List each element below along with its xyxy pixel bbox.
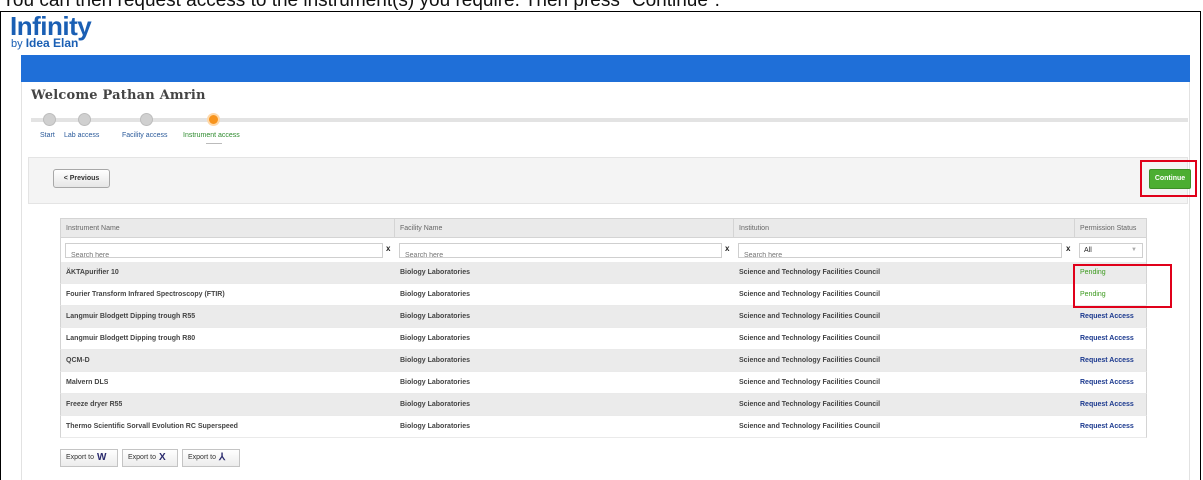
cell-instrument: Freeze dryer R55 [66, 401, 123, 408]
table-row: ÄKTApurifier 10 Biology Laboratories Sci… [60, 262, 1147, 284]
previous-button[interactable]: < Previous [53, 169, 110, 188]
step-label-facility-access[interactable]: Facility access [122, 132, 168, 139]
status-filter-select[interactable]: All ▼ [1079, 243, 1143, 258]
export-word-label: Export to [66, 454, 95, 461]
cell-facility: Biology Laboratories [400, 291, 471, 298]
pending-highlight-box [1073, 264, 1172, 308]
cell-facility: Biology Laboratories [400, 269, 471, 276]
column-header-facility[interactable]: Facility Name [395, 219, 734, 239]
step-dot-instrument-access[interactable] [207, 113, 220, 126]
step-label-lab-access[interactable]: Lab access [64, 132, 99, 139]
cell-instrument: Langmuir Blodgett Dipping trough R55 [66, 313, 196, 320]
pdf-icon: ⅄ [219, 452, 226, 463]
request-access-link[interactable]: Request Access [1075, 350, 1134, 372]
logo-sub-brand: Idea Elan [25, 36, 79, 50]
table-row: Langmuir Blodgett Dipping trough R80 Bio… [60, 328, 1147, 350]
column-header-permission-status[interactable]: Permission Status [1075, 219, 1148, 239]
wizard-progress-line [31, 118, 1188, 122]
table-row: QCM-D Biology Laboratories Science and T… [60, 350, 1147, 372]
logo-sub-prefix: by [11, 38, 23, 50]
institution-clear-icon[interactable]: x [1066, 244, 1070, 253]
instruction-text: You can then request access to the instr… [2, 0, 720, 11]
welcome-heading: Welcome Pathan Amrin [31, 88, 206, 103]
table-row: Freeze dryer R55 Biology Laboratories Sc… [60, 394, 1147, 416]
column-header-institution[interactable]: Institution [734, 219, 1075, 239]
cell-institution: Science and Technology Facilities Counci… [739, 335, 881, 342]
cell-institution: Science and Technology Facilities Counci… [739, 291, 881, 298]
cell-institution: Science and Technology Facilities Counci… [739, 357, 881, 364]
header-bar [21, 55, 1190, 82]
excel-icon: X [159, 452, 166, 463]
instrument-search-input[interactable] [66, 249, 382, 262]
step-label-instrument-access[interactable]: Instrument access [183, 132, 240, 139]
step-label-start[interactable]: Start [40, 132, 55, 139]
request-access-link[interactable]: Request Access [1075, 394, 1134, 416]
cell-instrument: QCM-D [66, 357, 90, 364]
institution-search-box[interactable] [738, 243, 1062, 262]
step-dot-facility-access[interactable] [140, 113, 153, 126]
cell-facility: Biology Laboratories [400, 401, 471, 408]
table-row: Thermo Scientific Sorvall Evolution RC S… [60, 416, 1147, 438]
cell-facility: Biology Laboratories [400, 423, 471, 430]
cell-facility: Biology Laboratories [400, 379, 471, 386]
table-row: Malvern DLS Biology Laboratories Science… [60, 372, 1147, 394]
facility-clear-icon[interactable]: x [725, 244, 729, 253]
export-word-button[interactable]: Export to W [60, 449, 118, 467]
cell-instrument: Fourier Transform Infrared Spectroscopy … [66, 291, 225, 298]
facility-search-box[interactable] [399, 243, 722, 262]
grid-header: Instrument Name Facility Name Institutio… [60, 218, 1148, 239]
cell-institution: Science and Technology Facilities Counci… [739, 423, 881, 430]
request-access-link[interactable]: Request Access [1075, 306, 1134, 328]
export-pdf-label: Export to [188, 454, 217, 461]
logo: Infinity by Idea Elan [10, 11, 92, 50]
facility-search-input[interactable] [400, 249, 721, 262]
cell-facility: Biology Laboratories [400, 313, 471, 320]
cell-institution: Science and Technology Facilities Counci… [739, 379, 881, 386]
cell-facility: Biology Laboratories [400, 335, 471, 342]
cell-instrument: Thermo Scientific Sorvall Evolution RC S… [66, 423, 238, 430]
chevron-down-icon: ▼ [1131, 247, 1137, 253]
export-excel-button[interactable]: Export to X [122, 449, 178, 467]
request-access-link[interactable]: Request Access [1075, 328, 1134, 350]
filter-row: x x x All ▼ [60, 238, 1147, 262]
cell-instrument: Malvern DLS [66, 379, 109, 386]
table-row: Langmuir Blodgett Dipping trough R55 Bio… [60, 306, 1147, 328]
cell-institution: Science and Technology Facilities Counci… [739, 313, 881, 320]
instrument-clear-icon[interactable]: x [386, 244, 390, 253]
export-excel-label: Export to [128, 454, 157, 461]
table-row: Fourier Transform Infrared Spectroscopy … [60, 284, 1147, 306]
status-filter-value: All [1084, 247, 1092, 254]
active-step-underline [206, 143, 222, 144]
cell-instrument: Langmuir Blodgett Dipping trough R80 [66, 335, 196, 342]
request-access-link[interactable]: Request Access [1075, 372, 1134, 394]
action-panel [28, 157, 1188, 204]
logo-main: Infinity [10, 11, 92, 41]
instrument-search-box[interactable] [65, 243, 383, 262]
request-access-link[interactable]: Request Access [1075, 416, 1134, 438]
export-pdf-button[interactable]: Export to ⅄ [182, 449, 240, 467]
cell-instrument: ÄKTApurifier 10 [66, 269, 119, 276]
institution-search-input[interactable] [739, 249, 1061, 262]
word-icon: W [97, 452, 107, 463]
step-dot-lab-access[interactable] [78, 113, 91, 126]
cell-facility: Biology Laboratories [400, 357, 471, 364]
cell-institution: Science and Technology Facilities Counci… [739, 401, 881, 408]
cell-institution: Science and Technology Facilities Counci… [739, 269, 881, 276]
continue-button[interactable]: Continue [1149, 169, 1191, 189]
step-dot-start[interactable] [43, 113, 56, 126]
column-header-instrument[interactable]: Instrument Name [61, 219, 395, 239]
